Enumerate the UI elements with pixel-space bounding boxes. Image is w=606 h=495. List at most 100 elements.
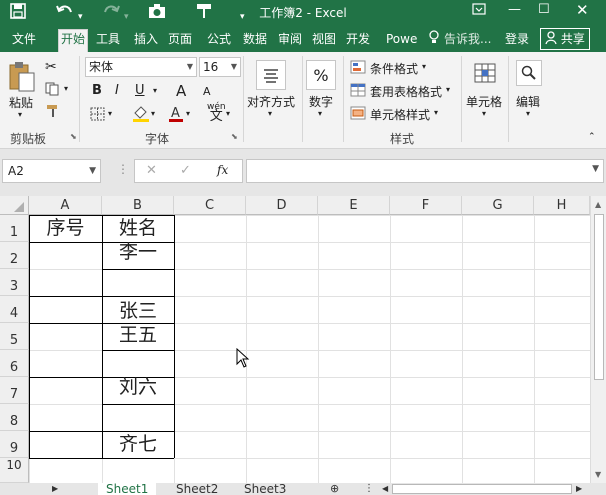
name-box[interactable]: A2 ▼ xyxy=(2,159,101,183)
paste-icon[interactable] xyxy=(7,60,37,94)
row-header-9[interactable]: 9 xyxy=(0,431,29,458)
tab-scroll-right-icon[interactable]: ▶ xyxy=(44,483,66,495)
italic-button[interactable]: I xyxy=(115,83,119,98)
scroll-down-icon[interactable]: ▼ xyxy=(595,470,601,479)
font-color-icon[interactable]: A xyxy=(168,104,184,125)
number-dropdown-icon[interactable]: ▾ xyxy=(318,109,322,118)
scroll-up-icon[interactable]: ▲ xyxy=(595,200,601,209)
confirm-icon[interactable]: ✓ xyxy=(180,163,191,178)
scroll-thumb[interactable] xyxy=(594,214,604,380)
worksheet-grid[interactable]: A B C D E F G H 1 2 3 4 5 6 7 8 9 10 序号 … xyxy=(0,196,606,483)
row-header-1[interactable]: 1 xyxy=(0,215,29,242)
format-as-table-icon[interactable] xyxy=(350,83,366,100)
alignment-dropdown-icon[interactable]: ▾ xyxy=(268,109,272,118)
sheet-tab-1[interactable]: Sheet1 xyxy=(98,483,157,495)
cell-b9[interactable]: 齐七 xyxy=(102,431,174,458)
sheet-tab-2[interactable]: Sheet2 xyxy=(168,483,226,495)
paste-button[interactable]: 粘贴 xyxy=(9,94,33,111)
row-header-6[interactable]: 6 xyxy=(0,350,29,377)
phonetic-dropdown-icon[interactable]: ▾ xyxy=(226,109,230,118)
collapse-ribbon-icon[interactable]: ⌃ xyxy=(588,132,596,142)
row-header-4[interactable]: 4 xyxy=(0,296,29,323)
close-icon[interactable]: ✕ xyxy=(576,1,589,19)
tab-formulas[interactable]: 公式 xyxy=(207,30,231,48)
border-icon[interactable] xyxy=(90,107,106,124)
copy-dropdown-icon[interactable]: ▾ xyxy=(64,84,68,93)
conditional-format-icon[interactable] xyxy=(350,60,366,77)
number-button[interactable]: 数字 xyxy=(309,93,333,110)
cell-styles-dropdown-icon[interactable]: ▾ xyxy=(434,108,438,117)
cells-button[interactable]: 单元格 xyxy=(466,93,502,110)
tab-insert[interactable]: 插入 xyxy=(134,30,158,48)
tell-me-input[interactable]: 告诉我... xyxy=(444,30,491,48)
bold-button[interactable]: B xyxy=(92,83,102,98)
tab-developer[interactable]: 开发 xyxy=(346,30,370,48)
add-sheet-icon[interactable]: ⊕ xyxy=(322,483,347,495)
row-header-2[interactable]: 2 xyxy=(0,242,29,269)
column-header-g[interactable]: G xyxy=(462,196,534,215)
alignment-button[interactable]: 对齐方式 xyxy=(247,93,295,110)
row-header-8[interactable]: 8 xyxy=(0,404,29,431)
alignment-icon[interactable] xyxy=(256,60,286,90)
select-all-corner[interactable] xyxy=(0,196,29,215)
conditional-format-button[interactable]: 条件格式 xyxy=(370,60,418,77)
column-header-c[interactable]: C xyxy=(174,196,246,215)
row-header-5[interactable]: 5 xyxy=(0,323,29,350)
font-color-dropdown-icon[interactable]: ▾ xyxy=(186,109,190,118)
cell-b4[interactable]: 张三 xyxy=(102,296,174,323)
shrink-font-button[interactable]: A xyxy=(203,85,211,98)
login-link[interactable]: 登录 xyxy=(505,30,529,48)
cell-b5[interactable]: 王五 xyxy=(102,323,174,350)
column-header-h[interactable]: H xyxy=(534,196,590,215)
row-header-7[interactable]: 7 xyxy=(0,377,29,404)
tab-review[interactable]: 审阅 xyxy=(278,30,302,48)
cell-styles-icon[interactable] xyxy=(350,106,366,123)
row-header-3[interactable]: 3 xyxy=(0,269,29,296)
formula-input[interactable]: ▼ xyxy=(246,159,604,183)
fill-color-icon[interactable] xyxy=(132,104,150,125)
cell-styles-button[interactable]: 单元格样式 xyxy=(370,106,430,123)
border-dropdown-icon[interactable]: ▾ xyxy=(108,109,112,118)
column-header-b[interactable]: B xyxy=(102,196,174,215)
tab-page-layout[interactable]: 页面 xyxy=(168,30,192,48)
tab-view[interactable]: 视图 xyxy=(312,30,336,48)
font-size-combo[interactable]: 16 ▼ xyxy=(199,57,241,77)
cell-a1[interactable]: 序号 xyxy=(29,215,102,242)
cancel-icon[interactable]: ✕ xyxy=(146,163,157,178)
phonetic-guide-button[interactable]: wén 文 xyxy=(207,102,226,123)
format-painter-icon[interactable] xyxy=(45,104,61,121)
editing-button[interactable]: 编辑 xyxy=(516,93,540,110)
cell-b7[interactable]: 刘六 xyxy=(102,377,174,404)
format-as-table-dropdown-icon[interactable]: ▾ xyxy=(446,85,450,94)
tab-file[interactable]: 文件 xyxy=(12,30,36,48)
cells-icon[interactable] xyxy=(472,60,498,86)
editing-dropdown-icon[interactable]: ▾ xyxy=(526,109,530,118)
insert-function-icon[interactable]: fx xyxy=(217,163,228,177)
tab-tools[interactable]: 工具 xyxy=(96,30,120,48)
font-name-combo[interactable]: 宋体 ▼ xyxy=(85,57,197,77)
underline-dropdown-icon[interactable]: ▾ xyxy=(153,86,157,95)
conditional-dropdown-icon[interactable]: ▾ xyxy=(422,62,426,71)
underline-button[interactable]: U xyxy=(135,83,145,98)
copy-icon[interactable] xyxy=(45,82,61,99)
row-header-10[interactable]: 10 xyxy=(0,458,29,483)
cell-b2[interactable]: 李一 xyxy=(102,242,174,269)
format-as-table-button[interactable]: 套用表格格式 xyxy=(370,83,442,100)
fill-color-dropdown-icon[interactable]: ▾ xyxy=(151,109,155,118)
tab-data[interactable]: 数据 xyxy=(243,30,267,48)
paste-dropdown-icon[interactable]: ▾ xyxy=(18,110,22,119)
clipboard-launcher-icon[interactable]: ⬊ xyxy=(70,132,77,141)
font-launcher-icon[interactable]: ⬊ xyxy=(231,132,238,141)
cell-b1[interactable]: 姓名 xyxy=(102,215,174,242)
minimize-icon[interactable]: — xyxy=(508,2,521,17)
cut-icon[interactable]: ✂ xyxy=(45,59,57,75)
grow-font-button[interactable]: A xyxy=(176,82,186,100)
tab-power[interactable]: Powe xyxy=(386,30,417,48)
editing-icon[interactable] xyxy=(516,60,542,86)
vertical-scrollbar[interactable]: ▲ ▼ xyxy=(590,196,606,483)
ribbon-display-options-icon[interactable] xyxy=(472,2,486,20)
column-header-f[interactable]: F xyxy=(390,196,462,215)
horizontal-scrollbar[interactable] xyxy=(392,484,572,494)
sheet-tab-3[interactable]: Sheet3 xyxy=(236,483,294,495)
share-button[interactable]: 共享 xyxy=(540,28,590,50)
